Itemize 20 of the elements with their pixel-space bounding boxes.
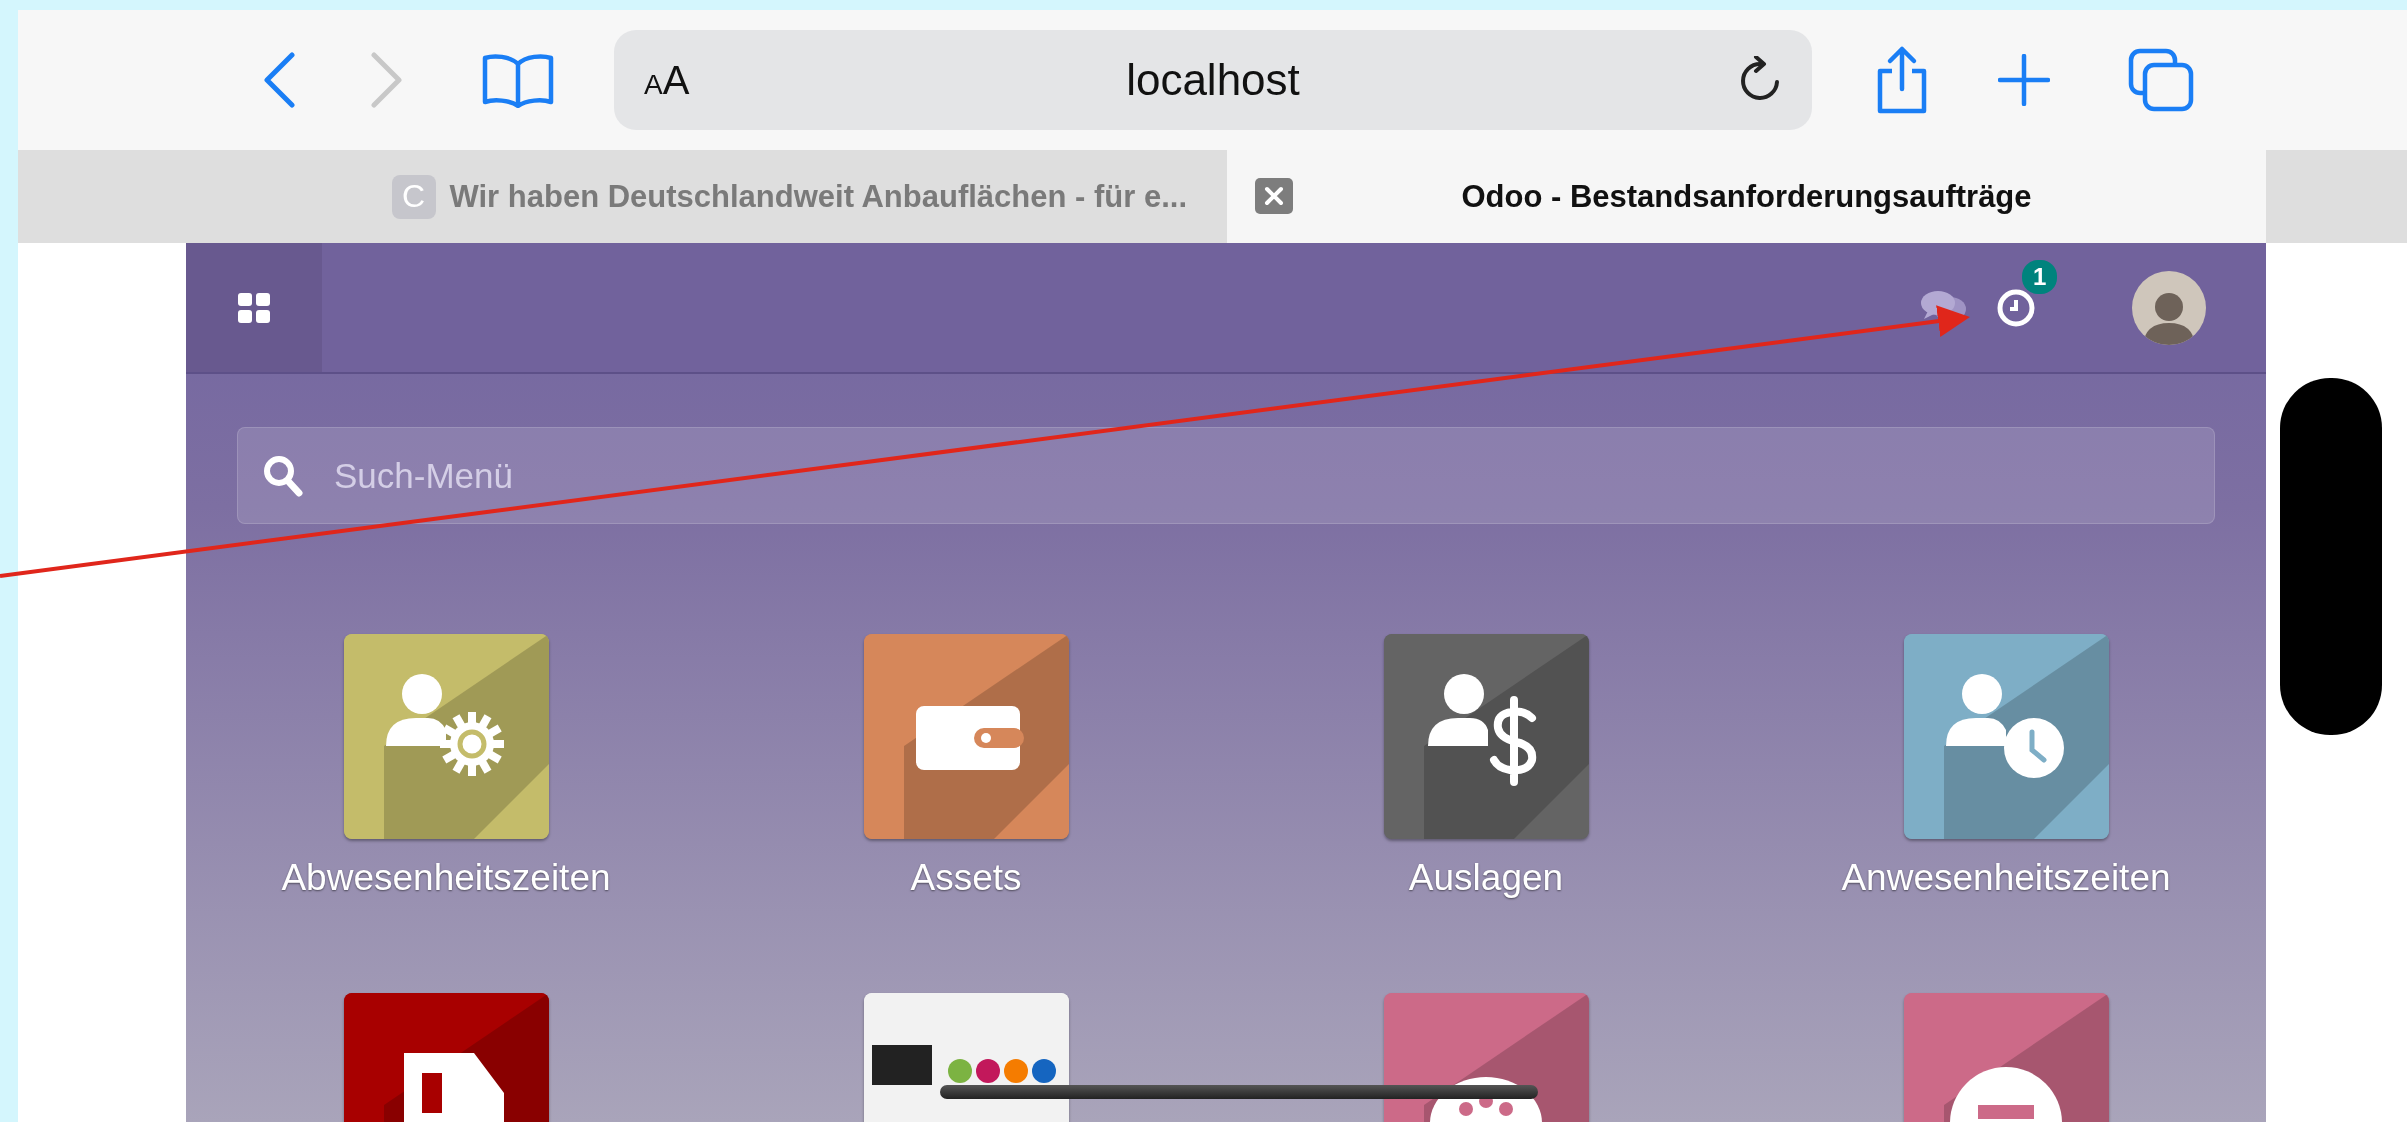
address-bar[interactable]: AA localhost — [614, 30, 1812, 130]
apps-menu-button[interactable] — [186, 243, 322, 372]
back-icon[interactable] — [262, 52, 296, 108]
app-label[interactable]: Abwesenheitszeiten — [281, 857, 611, 899]
url-text: localhost — [1126, 55, 1300, 104]
book-icon[interactable] — [482, 52, 554, 108]
notification-badge: 1 — [2022, 259, 2058, 294]
text-size-button[interactable]: AA — [644, 57, 690, 103]
close-icon[interactable] — [1255, 178, 1293, 214]
clock-icon — [1996, 287, 2036, 328]
new-tab-icon[interactable] — [1998, 54, 2050, 106]
app-label[interactable]: Auslagen — [1408, 857, 1564, 899]
search-icon — [263, 455, 303, 497]
app-label[interactable]: Assets — [910, 857, 1022, 899]
favicon-letter: C — [391, 174, 436, 219]
app-label[interactable]: Anwesenheitszeiten — [1841, 857, 2171, 899]
browser-tab[interactable]: Odoo - Bestandsanforderungsaufträge — [1227, 150, 2266, 243]
grid-icon — [238, 292, 270, 323]
tabs-overview-icon[interactable] — [2128, 48, 2194, 112]
app-icon[interactable] — [1383, 634, 1589, 839]
